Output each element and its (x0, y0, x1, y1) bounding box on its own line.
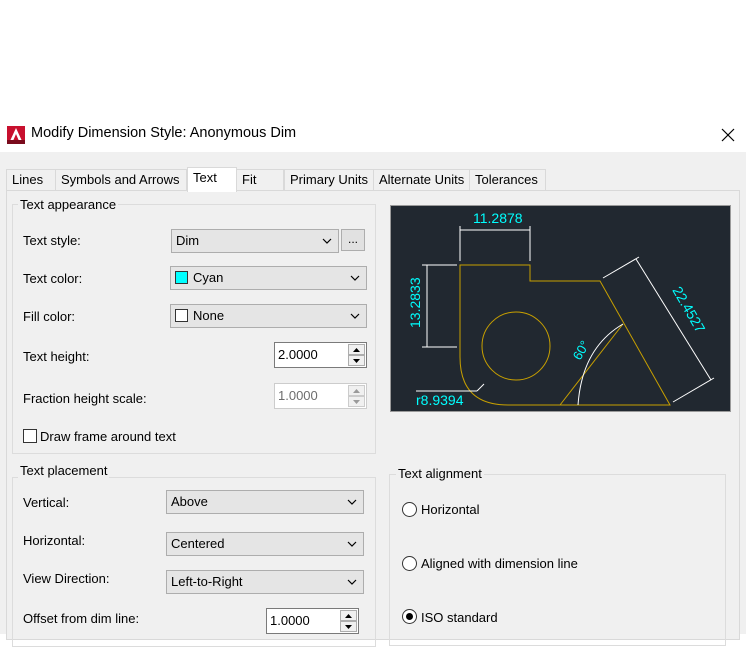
text-style-browse-button[interactable]: ... (341, 229, 365, 251)
text-appearance-title: Text appearance (18, 197, 119, 212)
spin-down-button[interactable] (348, 396, 365, 407)
window-title: Modify Dimension Style: Anonymous Dim (31, 125, 297, 141)
arrow-up-icon (345, 613, 352, 618)
fraction-height-scale-spinner[interactable]: 1.0000 (274, 383, 367, 409)
tab-symbols-and-arrows[interactable]: Symbols and Arrows (55, 169, 187, 191)
radio-selected-dot (406, 613, 413, 620)
preview-dim-angled: 22.4527 (669, 284, 708, 336)
horizontal-dropdown[interactable]: Centered (166, 532, 364, 556)
radio-horizontal[interactable] (402, 502, 417, 517)
arrow-up-icon (353, 388, 360, 393)
dimension-preview: 11.2878 13.2833 22.4527 60° r8.9394 (390, 205, 731, 412)
tab-fit[interactable]: Fit (236, 169, 284, 191)
color-swatch-cyan (175, 271, 188, 284)
tab-primary-units[interactable]: Primary Units (284, 169, 374, 191)
offset-value: 1.0000 (270, 613, 310, 628)
chevron-down-icon (347, 579, 357, 585)
preview-part-outline (459, 264, 671, 406)
fill-color-value: None (193, 308, 225, 323)
arrow-down-icon (345, 624, 352, 629)
radio-aligned-with-dimension-line[interactable] (402, 556, 417, 571)
offset-spinner[interactable]: 1.0000 (266, 608, 359, 634)
text-height-spinner[interactable]: 2.0000 (274, 342, 367, 368)
spin-up-button[interactable] (348, 344, 365, 355)
radio-horizontal-label: Horizontal (421, 502, 480, 517)
spin-down-button[interactable] (340, 621, 357, 632)
view-direction-value: Left-to-Right (171, 574, 243, 589)
horizontal-label: Horizontal: (23, 533, 86, 548)
spin-up-button[interactable] (348, 385, 365, 396)
text-color-value: Cyan (193, 270, 224, 285)
preview-drawing: 11.2878 13.2833 22.4527 60° r8.9394 (407, 210, 715, 408)
autocad-app-icon (7, 126, 25, 144)
text-alignment-title: Text alignment (396, 466, 484, 481)
horizontal-value: Centered (171, 536, 225, 551)
text-color-label: Text color: (23, 271, 83, 286)
text-style-dropdown[interactable]: Dim (171, 229, 339, 253)
radio-aligned-label: Aligned with dimension line (421, 556, 578, 571)
radio-iso-standard[interactable] (402, 609, 417, 624)
offset-label: Offset from dim line: (23, 611, 140, 626)
chevron-down-icon (347, 541, 357, 547)
chevron-down-icon (350, 313, 360, 319)
fill-color-dropdown[interactable]: None (170, 304, 367, 328)
text-placement-title: Text placement (18, 463, 110, 478)
arrow-up-icon (353, 347, 360, 352)
vertical-value: Above (171, 494, 208, 509)
close-icon (721, 128, 735, 142)
chevron-down-icon (347, 499, 357, 505)
preview-dim-angle: 60° (570, 338, 593, 363)
draw-frame-checkbox[interactable] (23, 429, 37, 443)
preview-dim-top: 11.2878 (473, 210, 523, 226)
chevron-down-icon (350, 275, 360, 281)
text-color-dropdown[interactable]: Cyan (170, 266, 367, 290)
radio-iso-standard-label: ISO standard (421, 610, 498, 625)
tab-text[interactable]: Text (187, 167, 237, 192)
text-style-value: Dim (176, 233, 200, 248)
arrow-down-icon (353, 358, 360, 363)
text-style-label: Text style: (23, 233, 81, 248)
vertical-dropdown[interactable]: Above (166, 490, 364, 514)
fraction-height-scale-value: 1.0000 (278, 388, 318, 403)
text-height-value: 2.0000 (278, 347, 318, 362)
arrow-down-icon (353, 399, 360, 404)
preview-dim-left: 13.2833 (407, 277, 423, 328)
spin-up-button[interactable] (340, 610, 357, 621)
spin-down-button[interactable] (348, 355, 365, 366)
color-swatch-none (175, 309, 188, 322)
fraction-height-scale-label: Fraction height scale: (23, 391, 147, 406)
close-button[interactable] (712, 122, 744, 148)
tab-lines[interactable]: Lines (6, 169, 56, 191)
chevron-down-icon (322, 238, 332, 244)
draw-frame-label: Draw frame around text (40, 429, 176, 444)
tab-alternate-units[interactable]: Alternate Units (373, 169, 470, 191)
fill-color-label: Fill color: (23, 309, 76, 324)
preview-hole (481, 311, 551, 381)
vertical-label: Vertical: (23, 495, 70, 510)
tab-tolerances[interactable]: Tolerances (469, 169, 546, 191)
text-height-label: Text height: (23, 349, 90, 364)
view-direction-label: View Direction: (23, 571, 110, 586)
preview-dim-radius: r8.9394 (416, 392, 464, 408)
view-direction-dropdown[interactable]: Left-to-Right (166, 570, 364, 594)
